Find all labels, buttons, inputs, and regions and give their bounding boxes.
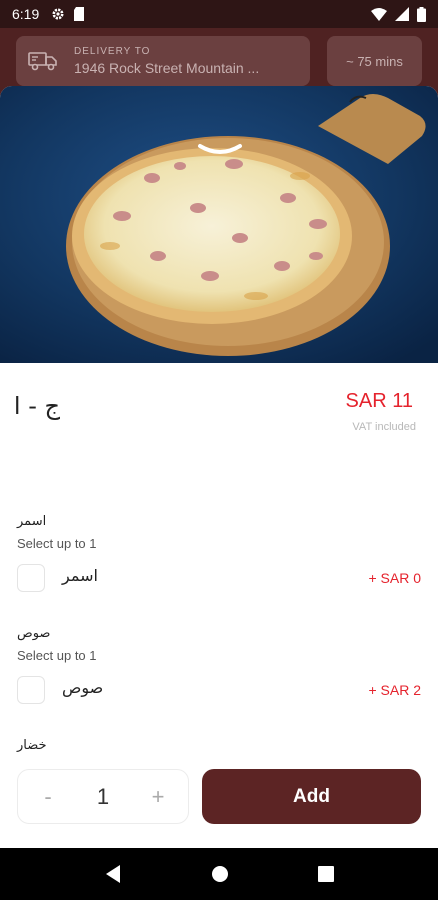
back-icon[interactable] — [104, 864, 122, 884]
option-checkbox[interactable] — [17, 564, 45, 592]
add-to-cart-bar: - 1 + Add — [0, 756, 438, 848]
option-label[interactable]: صوص — [62, 678, 103, 697]
home-icon[interactable] — [211, 865, 229, 883]
quantity-value: 1 — [96, 783, 110, 809]
navigation-bar — [0, 848, 438, 900]
delivery-time-button[interactable]: ~ 75 mins — [327, 36, 422, 86]
product-title: ج - ا — [13, 392, 60, 420]
option-group-subtitle: Select up to 1 — [17, 648, 97, 663]
delivery-address: 1946 Rock Street Mountain ... — [74, 60, 260, 76]
recents-icon[interactable] — [317, 866, 334, 882]
signal-icon — [395, 7, 409, 21]
decrease-quantity-button[interactable]: - — [38, 784, 58, 810]
add-to-cart-button[interactable]: Add — [202, 769, 421, 824]
option-price: + SAR 0 — [368, 570, 421, 586]
option-checkbox[interactable] — [17, 676, 45, 704]
battery-icon — [417, 6, 426, 22]
wifi-icon — [371, 7, 387, 21]
option-label[interactable]: اسمر — [62, 566, 98, 585]
product-sheet: ج - ا SAR 11 VAT included اسمر Select up… — [0, 86, 438, 848]
option-group-title: خضار — [17, 738, 47, 753]
vat-note: VAT included — [352, 421, 416, 433]
sd-card-icon — [74, 7, 85, 21]
option-group-title: صوص — [17, 626, 51, 641]
delivery-time: ~ 75 mins — [346, 53, 403, 69]
increase-quantity-button[interactable]: + — [148, 784, 168, 810]
settings-icon — [52, 8, 64, 20]
delivery-label: DELIVERY TO — [74, 46, 151, 57]
option-group-title: اسمر — [17, 514, 47, 529]
delivery-address-button[interactable]: DELIVERY TO 1946 Rock Street Mountain ..… — [16, 36, 310, 86]
option-price: + SAR 2 — [368, 682, 421, 698]
quantity-stepper: - 1 + — [17, 769, 189, 824]
drag-handle-icon[interactable] — [196, 142, 244, 156]
delivery-truck-icon — [28, 52, 57, 71]
option-group-subtitle: Select up to 1 — [17, 536, 97, 551]
product-image — [0, 86, 438, 363]
status-time: 6:19 — [12, 6, 40, 22]
status-bar: 6:19 — [0, 0, 438, 28]
product-price: SAR 11 — [345, 390, 413, 412]
